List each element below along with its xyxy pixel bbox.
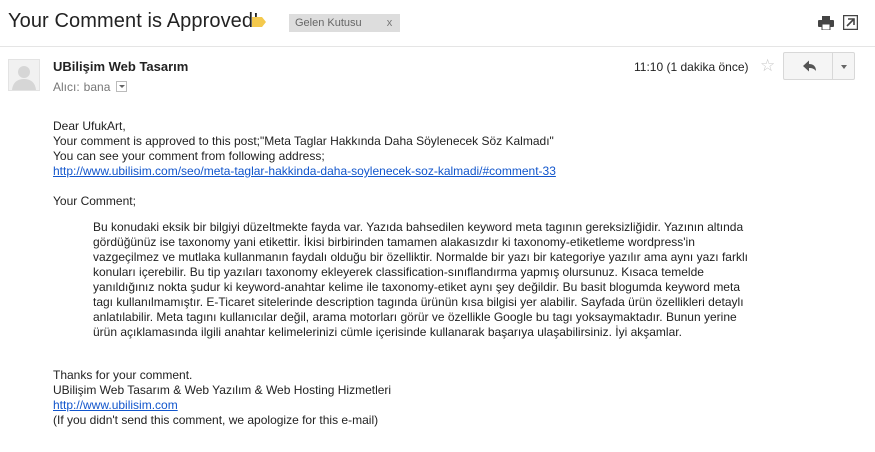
print-icon[interactable]	[818, 16, 834, 30]
approved-line: Your comment is approved to this post;"M…	[53, 134, 554, 148]
comment-line: ürün açıklamasında ilgili anahtar kelime…	[93, 325, 682, 339]
reply-button[interactable]	[783, 52, 833, 80]
sender-name[interactable]: UBilişim Web Tasarım	[53, 59, 188, 74]
default-avatar-icon	[12, 66, 36, 90]
star-icon[interactable]: ☆	[760, 57, 775, 75]
comment-line: vazgeçilmez ve mutlaka kullanmanın fayda…	[93, 250, 748, 264]
more-actions-button[interactable]	[832, 52, 855, 80]
comment-line: tagı kullanılmamıştır. E-Ticaret siteler…	[93, 295, 744, 309]
message-time: 11:10 (1 dakika önce)	[634, 60, 749, 74]
comment-link[interactable]: http://www.ubilisim.com/seo/meta-taglar-…	[53, 164, 556, 178]
inbox-label-text: Gelen Kutusu	[295, 17, 362, 29]
comment-line: konuları içerebilir. Bu tip yazıları tax…	[93, 265, 704, 279]
comment-line: anlatılabilir. Meta tagını kullanıcılar …	[93, 310, 737, 324]
subject-bar: Your Comment is Approved! Gelen Kutusu x	[0, 0, 875, 47]
reply-arrow-icon	[803, 60, 816, 72]
recipient-label: Alıcı:	[53, 80, 80, 94]
recipient-name: bana	[83, 80, 111, 94]
signature-line: UBilişim Web Tasarım & Web Yazılım & Web…	[53, 383, 392, 397]
recipient-row: Alıcı: bana	[53, 80, 128, 94]
site-link[interactable]: http://www.ubilisim.com	[53, 398, 178, 412]
apology-line: (If you didn't send this comment, we apo…	[53, 413, 379, 427]
your-comment-label: Your Comment;	[53, 194, 136, 208]
label-tag-icon[interactable]	[252, 17, 266, 27]
inbox-label-chip[interactable]: Gelen Kutusu x	[289, 14, 401, 32]
comment-link-line: http://www.ubilisim.com/seo/meta-taglar-…	[53, 164, 556, 179]
comment-line: yanıldığınız nokta şudur ki keyword-anah…	[93, 280, 740, 294]
quoted-comment: Bu konudaki eksik bir bilgiyi düzeltmekt…	[93, 220, 793, 340]
email-subject: Your Comment is Approved!	[8, 10, 259, 32]
comment-line: Bu konudaki eksik bir bilgiyi düzeltmekt…	[93, 220, 744, 234]
show-details-dropdown[interactable]	[116, 81, 128, 93]
thanks-line: Thanks for your comment.	[53, 368, 193, 382]
see-comment-line: You can see your comment from following …	[53, 149, 325, 163]
comment-line: gördüğünüz ise taxonomy yani etikettir. …	[93, 235, 695, 249]
greeting-line: Dear UfukArt,	[53, 119, 126, 133]
remove-label-button[interactable]: x	[387, 17, 393, 29]
new-window-icon[interactable]	[843, 15, 858, 30]
site-link-line: http://www.ubilisim.com	[53, 398, 178, 413]
sender-avatar	[8, 59, 40, 91]
